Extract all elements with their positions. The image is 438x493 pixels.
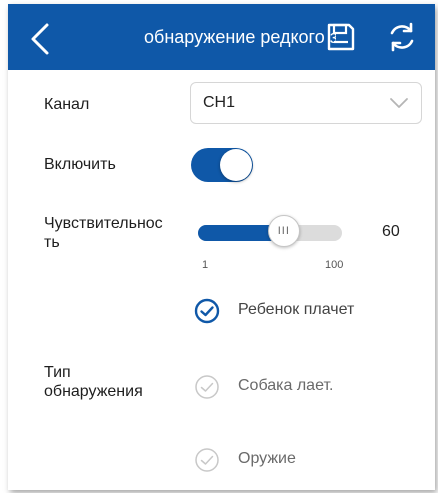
- sensitivity-max: 100: [325, 259, 344, 271]
- detection-option-label: Ребенок плачет: [238, 301, 355, 318]
- detection-type-label: Тип обнаружения: [44, 363, 143, 401]
- check-circle-icon: [195, 448, 219, 472]
- detection-type-label-line2: обнаружения: [44, 383, 143, 400]
- enable-label: Включить: [44, 156, 116, 173]
- channel-select[interactable]: CH1: [190, 82, 422, 124]
- chevron-down-icon: [390, 98, 408, 108]
- detection-option-label: Оружие: [238, 450, 296, 467]
- sensitivity-slider-thumb[interactable]: III: [267, 215, 300, 247]
- channel-label: Канал: [44, 96, 90, 113]
- enable-toggle[interactable]: [191, 148, 253, 182]
- check-circle-icon: [195, 375, 219, 399]
- detection-option-label: Собака лает.: [238, 377, 334, 394]
- page-title: обнаружение редкого звука: [144, 27, 336, 47]
- sensitivity-label-line1: Чувствительнос: [44, 215, 163, 232]
- refresh-icon[interactable]: [386, 21, 418, 53]
- sensitivity-label: Чувствительнос ть: [44, 214, 163, 252]
- detection-type-label-line1: Тип: [44, 364, 71, 381]
- check-circle-icon: [194, 298, 220, 324]
- toggle-knob: [220, 149, 252, 181]
- settings-screen: обнаружение редкого звука Канал CH1 Вклю…: [8, 4, 435, 490]
- save-icon[interactable]: [326, 22, 356, 52]
- sensitivity-label-line2: ть: [44, 234, 60, 251]
- back-chevron-icon[interactable]: [28, 22, 52, 56]
- sensitivity-min: 1: [202, 259, 209, 271]
- sensitivity-value: 60: [382, 223, 400, 240]
- app-header: обнаружение редкого звука: [8, 4, 435, 70]
- channel-value: CH1: [203, 94, 236, 111]
